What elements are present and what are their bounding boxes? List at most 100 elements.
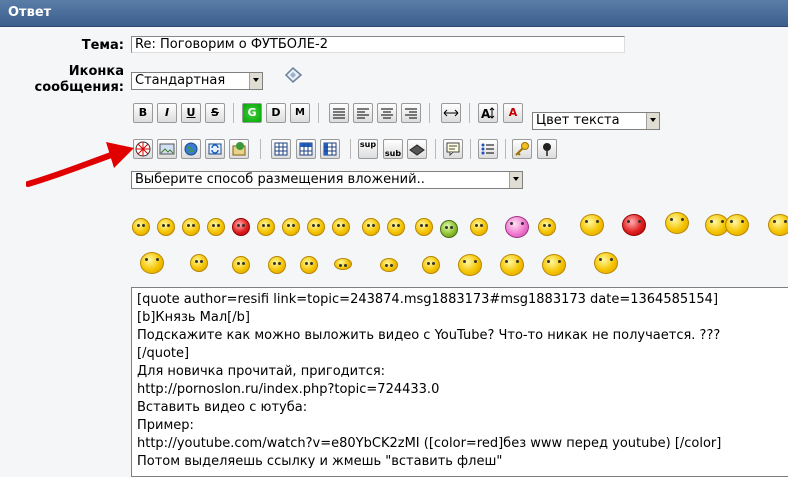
chevron-down-icon <box>646 113 659 129</box>
icon-label-line2: сообщения: <box>34 80 124 95</box>
flash-icon <box>135 141 151 157</box>
speech-bubble-icon <box>446 142 460 157</box>
smiley-icon[interactable] <box>190 254 208 272</box>
insert-column-button[interactable] <box>320 139 340 159</box>
smiley-icon[interactable] <box>768 214 788 236</box>
insert-image-button[interactable] <box>157 139 177 159</box>
smiley-icon[interactable] <box>538 218 556 236</box>
table-icon <box>274 142 288 156</box>
insert-row-button[interactable] <box>296 139 316 159</box>
smiley-icon[interactable] <box>157 218 175 236</box>
align-left-icon <box>357 108 369 119</box>
font-size-button[interactable]: A <box>478 103 498 123</box>
smiley-icon[interactable] <box>300 256 318 274</box>
angry-smiley-icon[interactable] <box>232 218 250 236</box>
toolbar-separator <box>429 103 430 123</box>
svg-text:A: A <box>481 107 491 120</box>
smiley-icon[interactable] <box>380 258 398 272</box>
refresh-icon <box>208 143 222 155</box>
smiley-icon[interactable] <box>580 214 604 236</box>
subject-input[interactable]: Re: Поговорим о ФУТБОЛЕ-2 <box>131 36 625 53</box>
quote-button[interactable] <box>443 139 463 159</box>
bullet-list-button[interactable] <box>478 139 498 159</box>
editor-line: Вставить видео с ютуба: <box>137 400 308 415</box>
insert-link-button[interactable] <box>181 139 201 159</box>
smiley-icon[interactable] <box>268 256 286 274</box>
toolbar-separator <box>318 103 319 123</box>
marquee-button[interactable]: M <box>290 103 310 123</box>
smiley-icon[interactable] <box>182 218 200 236</box>
smiley-icon[interactable] <box>665 212 689 234</box>
smiley-icon[interactable] <box>415 218 433 236</box>
smiley-icon[interactable] <box>332 218 350 236</box>
smiley-icon[interactable] <box>232 256 250 274</box>
flash-button[interactable] <box>133 139 153 159</box>
smiley-icon[interactable] <box>542 254 566 276</box>
smiley-icon[interactable] <box>132 218 150 236</box>
message-textarea[interactable]: [quote author=resifi link=topic=243874.m… <box>131 287 788 477</box>
list-icon <box>481 143 494 155</box>
spoiler-button[interactable] <box>512 139 532 159</box>
bold-button[interactable]: B <box>133 103 153 123</box>
panel-title: Ответ <box>8 5 52 20</box>
smiley-icon[interactable] <box>470 218 488 236</box>
smiley-icon[interactable] <box>207 218 225 236</box>
text-color-select[interactable]: Цвет текста <box>532 112 660 130</box>
insert-table-button[interactable] <box>271 139 291 159</box>
align-right-button[interactable] <box>401 103 421 123</box>
horizontal-arrows-icon <box>443 109 459 117</box>
align-center-button[interactable] <box>377 103 397 123</box>
subscript-button[interactable]: sub <box>383 139 403 159</box>
horizontal-rule-button[interactable] <box>441 103 461 123</box>
girl-smiley-icon[interactable] <box>505 216 529 238</box>
ftp-link-button[interactable] <box>205 139 225 159</box>
red-arrow-annotation <box>26 142 134 187</box>
editor-line: [/quote] <box>137 346 190 361</box>
smiley-icon[interactable] <box>334 258 352 270</box>
attachment-mode-select[interactable]: Выберите способ размещения вложений.. <box>131 171 523 189</box>
panel-title-bar: Ответ <box>0 0 788 27</box>
editor-line: Потом выделяешь ссылку и жмешь "вставить… <box>137 454 503 469</box>
editor-line: Для новичка прочитай, пригодится: <box>137 364 386 379</box>
toolbar-separator <box>435 139 436 159</box>
email-link-button[interactable] <box>229 139 249 159</box>
key-icon <box>515 142 529 156</box>
smiley-icon[interactable] <box>387 218 405 236</box>
editor-line: [quote author=resifi link=topic=243874.m… <box>137 292 719 307</box>
shadow-button[interactable]: D <box>266 103 286 123</box>
toolbar-separator <box>350 139 351 159</box>
teletype-button[interactable]: A <box>503 103 523 123</box>
smiley-icon[interactable] <box>594 252 618 274</box>
smiley-icon[interactable] <box>282 218 300 236</box>
smiley-icon[interactable] <box>307 218 325 236</box>
message-icon-select[interactable]: Стандартная <box>131 72 263 90</box>
keyboard-icon <box>409 144 425 156</box>
smiley-icon[interactable] <box>725 214 749 236</box>
toolbar-separator <box>469 103 470 123</box>
editor-line: Пример: <box>137 418 194 433</box>
editor-line: http://pornoslon.ru/index.php?topic=7244… <box>137 382 440 397</box>
devil-smiley-icon[interactable] <box>622 214 646 236</box>
superscript-button[interactable]: sup <box>358 139 378 159</box>
chevron-down-icon <box>509 172 522 188</box>
toolbar-separator <box>260 139 261 159</box>
message-icon-select-value: Стандартная <box>135 73 226 88</box>
sick-smiley-icon[interactable] <box>440 220 458 238</box>
image-icon <box>159 143 175 155</box>
preformatted-button[interactable] <box>329 103 349 123</box>
underline-button[interactable]: U <box>181 103 201 123</box>
align-left-button[interactable] <box>353 103 373 123</box>
smiley-icon[interactable] <box>422 256 440 274</box>
smiley-icon[interactable] <box>500 254 524 276</box>
smiley-icon[interactable] <box>362 218 380 236</box>
italic-button[interactable]: I <box>157 103 177 123</box>
align-center-icon <box>381 108 393 119</box>
smiley-icon[interactable] <box>458 254 482 276</box>
hide-button[interactable] <box>537 139 557 159</box>
smiley-icon[interactable] <box>257 218 275 236</box>
code-button[interactable] <box>407 139 427 159</box>
smiley-icon[interactable] <box>140 252 164 274</box>
strikethrough-button[interactable]: S <box>205 103 225 123</box>
toolbar-separator <box>233 103 234 123</box>
glow-button[interactable]: G <box>242 103 262 123</box>
